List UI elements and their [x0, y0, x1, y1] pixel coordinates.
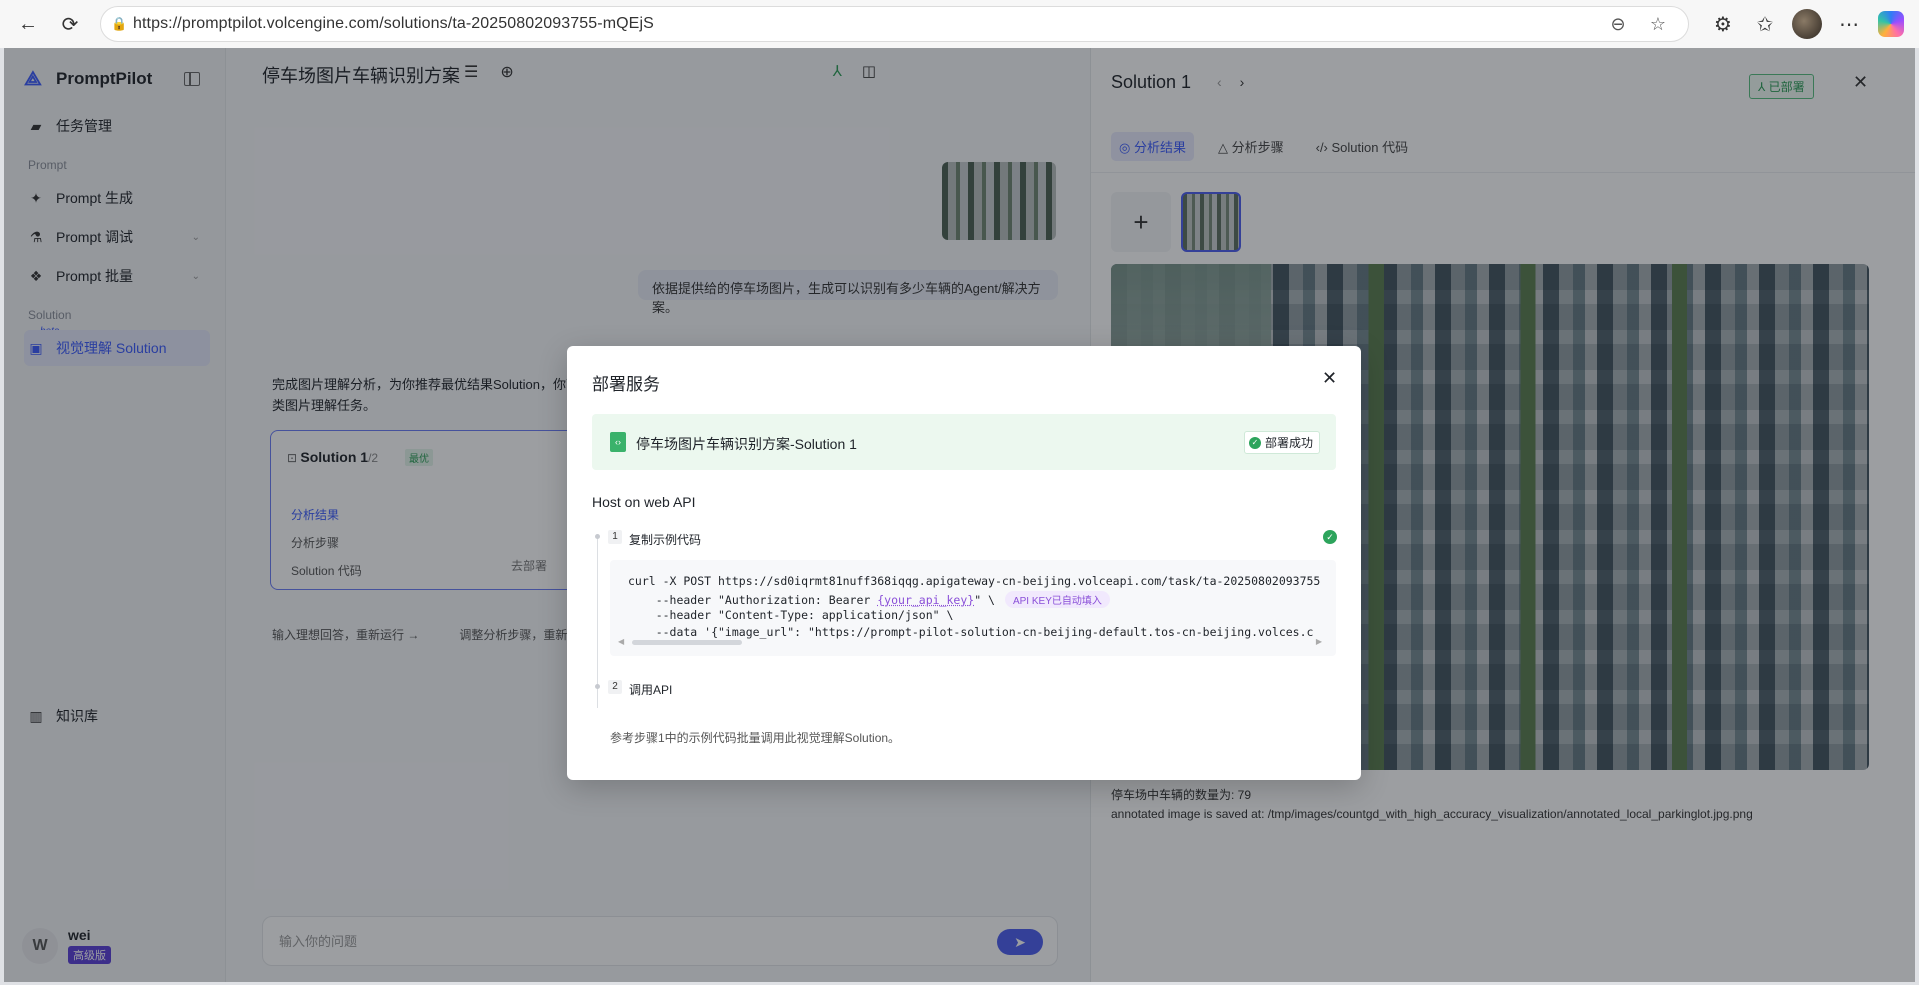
app-window: ⟁ PromptPilot ▰ 任务管理 Prompt ✦ Prompt 生成 …: [4, 48, 1915, 982]
refresh-icon[interactable]: ⟳: [52, 6, 88, 42]
step-dot: [595, 534, 600, 539]
profile-button[interactable]: [1789, 6, 1825, 42]
close-icon[interactable]: ✕: [1322, 368, 1337, 389]
scroll-left-icon[interactable]: ◀: [618, 637, 624, 646]
deploy-service-modal: 部署服务 ✕ ‹› 停车场图片车辆识别方案-Solution 1 ✓ 部署成功 …: [567, 346, 1361, 780]
host-label: Host on web API: [592, 494, 696, 510]
code-sample[interactable]: curl -X POST https://sd0iqrmt81nuff368iq…: [610, 560, 1336, 656]
copilot-icon: [1878, 11, 1904, 37]
code-file-icon: ‹›: [610, 432, 626, 452]
url-text[interactable]: https://promptpilot.volcengine.com/solut…: [133, 15, 1598, 33]
profile-avatar: [1792, 9, 1822, 39]
horizontal-scrollbar[interactable]: [632, 640, 742, 645]
step-title: 调用API: [629, 683, 673, 697]
favorite-star-icon[interactable]: ☆: [1638, 14, 1678, 35]
step-number: 2: [608, 680, 622, 694]
code-text: --header "Authorization: Bearer: [628, 593, 878, 607]
code-line: --header "Content-Type: application/json…: [628, 608, 954, 622]
solution-name: 停车场图片车辆识别方案-Solution 1: [636, 436, 857, 452]
api-key-filled-badge: API KEY已自动填入: [1004, 591, 1110, 608]
more-menu-icon[interactable]: ⋯: [1831, 6, 1867, 42]
deploy-success-banner: ‹› 停车场图片车辆识别方案-Solution 1 ✓ 部署成功: [592, 414, 1336, 470]
status-badge: ✓ 部署成功: [1243, 431, 1320, 454]
steps-connector: [597, 536, 598, 708]
step-description: 参考步骤1中的示例代码批量调用此视觉理解Solution。: [610, 731, 901, 745]
code-line: --data '{"image_url": "https://prompt-pi…: [628, 625, 1314, 639]
copilot-button[interactable]: [1873, 6, 1909, 42]
check-icon: ✓: [1323, 530, 1337, 544]
extensions-icon[interactable]: ⚙: [1705, 6, 1741, 42]
browser-toolbar: ← ⟳ 🔒 https://promptpilot.volcengine.com…: [0, 0, 1919, 48]
address-bar[interactable]: 🔒 https://promptpilot.volcengine.com/sol…: [100, 6, 1689, 42]
favorites-icon[interactable]: ✩: [1747, 6, 1783, 42]
back-icon[interactable]: ←: [10, 6, 46, 42]
check-icon: ✓: [1248, 436, 1261, 449]
modal-title: 部署服务: [592, 375, 660, 394]
site-info-icon[interactable]: 🔒: [111, 16, 133, 32]
code-text: " \: [974, 593, 995, 607]
scroll-right-icon[interactable]: ▶: [1316, 637, 1322, 646]
status-label: 部署成功: [1264, 436, 1313, 450]
step-number: 1: [608, 530, 622, 544]
step-dot: [595, 684, 600, 689]
zoom-icon[interactable]: ⊖: [1598, 14, 1638, 35]
step-title: 复制示例代码: [629, 533, 702, 547]
api-key-placeholder: {your_api_key}: [877, 593, 975, 607]
code-line: curl -X POST https://sd0iqrmt81nuff368iq…: [628, 574, 1321, 588]
code-line: --header "Authorization: Bearer {your_ap…: [628, 591, 1110, 608]
